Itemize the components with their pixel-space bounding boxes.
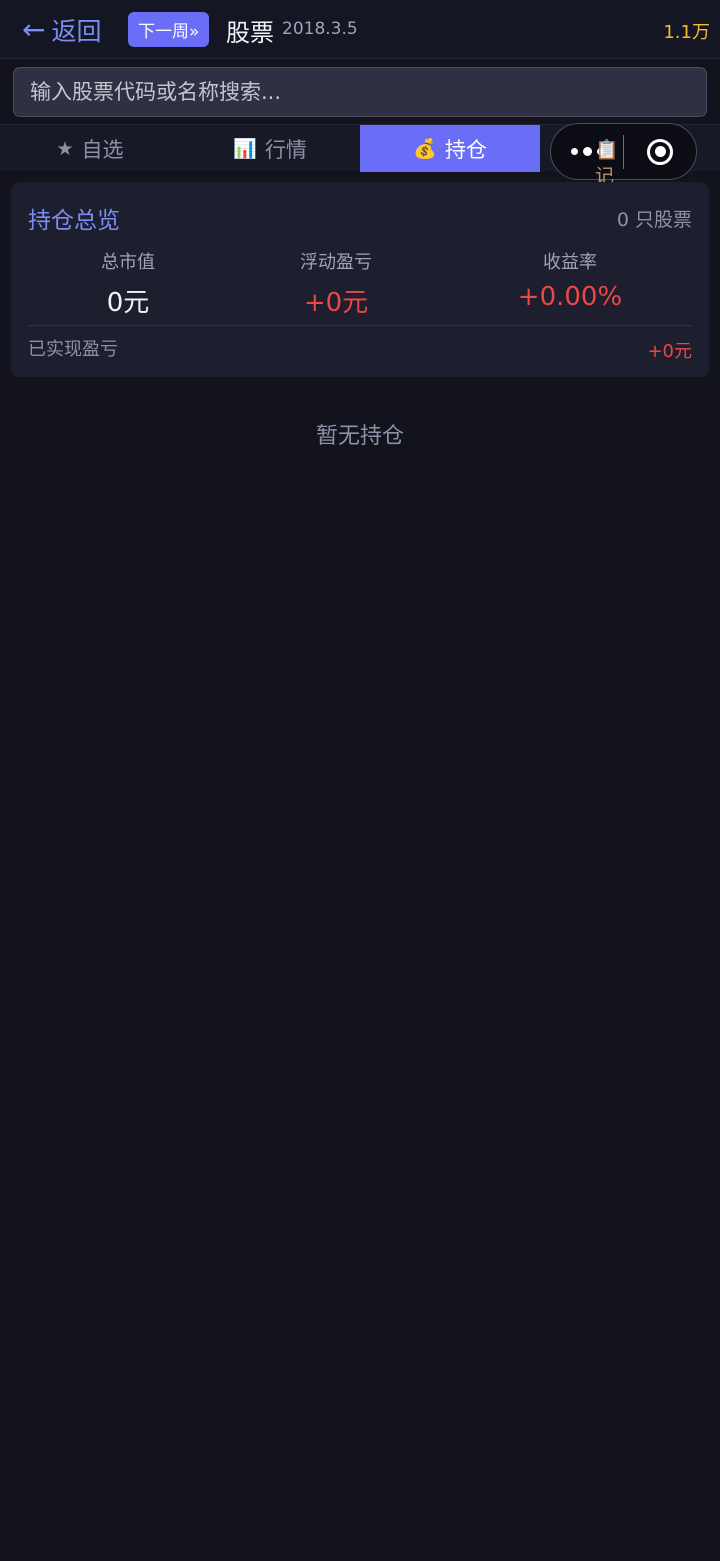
metric-return-rate: 收益率 +0.00% bbox=[470, 248, 670, 312]
balance-amount: 1.1万 bbox=[663, 22, 710, 43]
next-week-button[interactable]: 下一周» bbox=[128, 12, 210, 47]
tab-holdings[interactable]: 💰 持仓 bbox=[360, 125, 540, 172]
tab-label: 自选 bbox=[81, 137, 124, 162]
money-bag-icon: 💰 bbox=[413, 138, 437, 160]
stock-count: 0 只股票 bbox=[616, 209, 692, 231]
card-title: 持仓总览 bbox=[28, 208, 120, 234]
back-arrow-icon: ← bbox=[22, 13, 46, 46]
tab-watchlist[interactable]: ★ 自选 bbox=[0, 125, 180, 172]
star-icon: ★ bbox=[56, 137, 74, 160]
metric-floating-pnl: 浮动盈亏 +0元 bbox=[236, 248, 436, 319]
chart-icon: 📊 bbox=[233, 138, 257, 160]
tab-market[interactable]: 📊 行情 bbox=[180, 125, 360, 172]
more-dot-icon bbox=[570, 148, 578, 155]
more-button[interactable]: 📋记 bbox=[551, 124, 623, 187]
page-title: 股票 bbox=[226, 19, 274, 47]
top-bar: ← 返回 下一周» 股票 2018.3.5 1.1万 bbox=[0, 0, 720, 59]
metric-value: +0元 bbox=[303, 288, 369, 318]
metric-label: 总市值 bbox=[101, 252, 155, 273]
realized-pnl-value: +0元 bbox=[647, 341, 692, 362]
back-label: 返回 bbox=[51, 17, 102, 46]
metric-value: 0元 bbox=[106, 288, 150, 318]
back-button[interactable]: ← 返回 bbox=[22, 10, 101, 50]
search-box bbox=[13, 67, 707, 117]
realized-pnl-label: 已实现盈亏 bbox=[28, 339, 118, 360]
close-button[interactable] bbox=[624, 124, 696, 179]
records-tab-hint: 📋记 bbox=[595, 138, 623, 188]
metric-label: 浮动盈亏 bbox=[300, 252, 372, 273]
divider bbox=[28, 325, 692, 326]
target-icon bbox=[647, 138, 673, 165]
more-dot-icon bbox=[582, 147, 592, 156]
tab-label: 行情 bbox=[264, 137, 307, 162]
page-date: 2018.3.5 bbox=[282, 19, 358, 39]
metric-market-value: 总市值 0元 bbox=[28, 248, 228, 319]
metric-label: 收益率 bbox=[543, 252, 597, 273]
clipboard-icon: 📋 bbox=[595, 139, 619, 161]
mini-program-capsule: 📋记 bbox=[550, 123, 697, 187]
holdings-overview-card: 持仓总览 0 只股票 总市值 0元 浮动盈亏 +0元 收益率 +0.00% 已实… bbox=[11, 182, 709, 377]
search-input[interactable] bbox=[14, 68, 706, 116]
empty-holdings-message: 暂无持仓 bbox=[315, 424, 404, 449]
metric-value: +0.00% bbox=[517, 282, 623, 312]
tab-label: 持仓 bbox=[444, 137, 487, 162]
